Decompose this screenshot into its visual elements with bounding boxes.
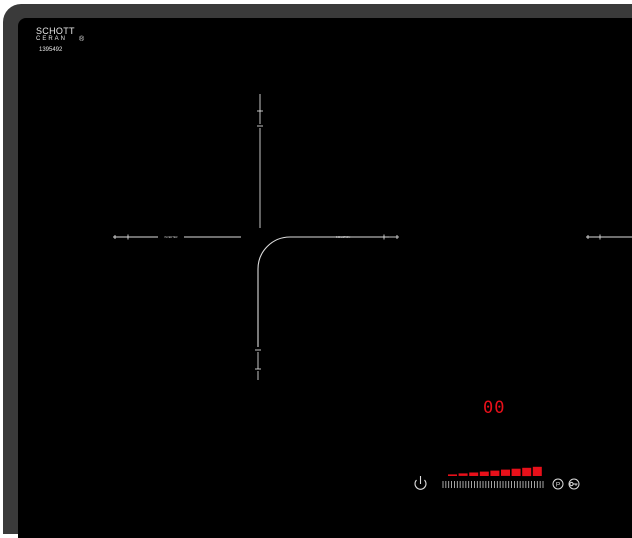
power-level-segment <box>448 474 457 476</box>
left-zone-label: INVERTER <box>164 235 177 239</box>
zone-marker-bottom <box>255 349 261 380</box>
power-level-segment <box>532 466 542 476</box>
power-slider-control[interactable] <box>441 478 545 492</box>
bridge-zone-outline <box>257 236 389 347</box>
power-level-segment <box>479 471 489 476</box>
right-zone-label: INDUCTION <box>336 235 351 239</box>
zone-markings: INVERTER INDUCTION P <box>113 94 632 490</box>
power-button[interactable] <box>412 474 429 492</box>
power-level-segment <box>458 473 468 476</box>
power-level-segment <box>490 470 500 476</box>
timer-display-control[interactable] <box>480 396 514 418</box>
power-level-segment <box>522 467 532 477</box>
power-level-segment <box>469 472 479 476</box>
lock-button[interactable] <box>567 477 581 491</box>
power-level-segment <box>501 469 510 476</box>
power-level-segment <box>511 468 521 476</box>
zone-marker-top <box>257 94 263 228</box>
zone-marker-far-right <box>586 234 632 240</box>
pause-button[interactable] <box>551 477 565 491</box>
zone-marker-right <box>366 234 399 240</box>
power-level-indicator <box>448 466 542 477</box>
